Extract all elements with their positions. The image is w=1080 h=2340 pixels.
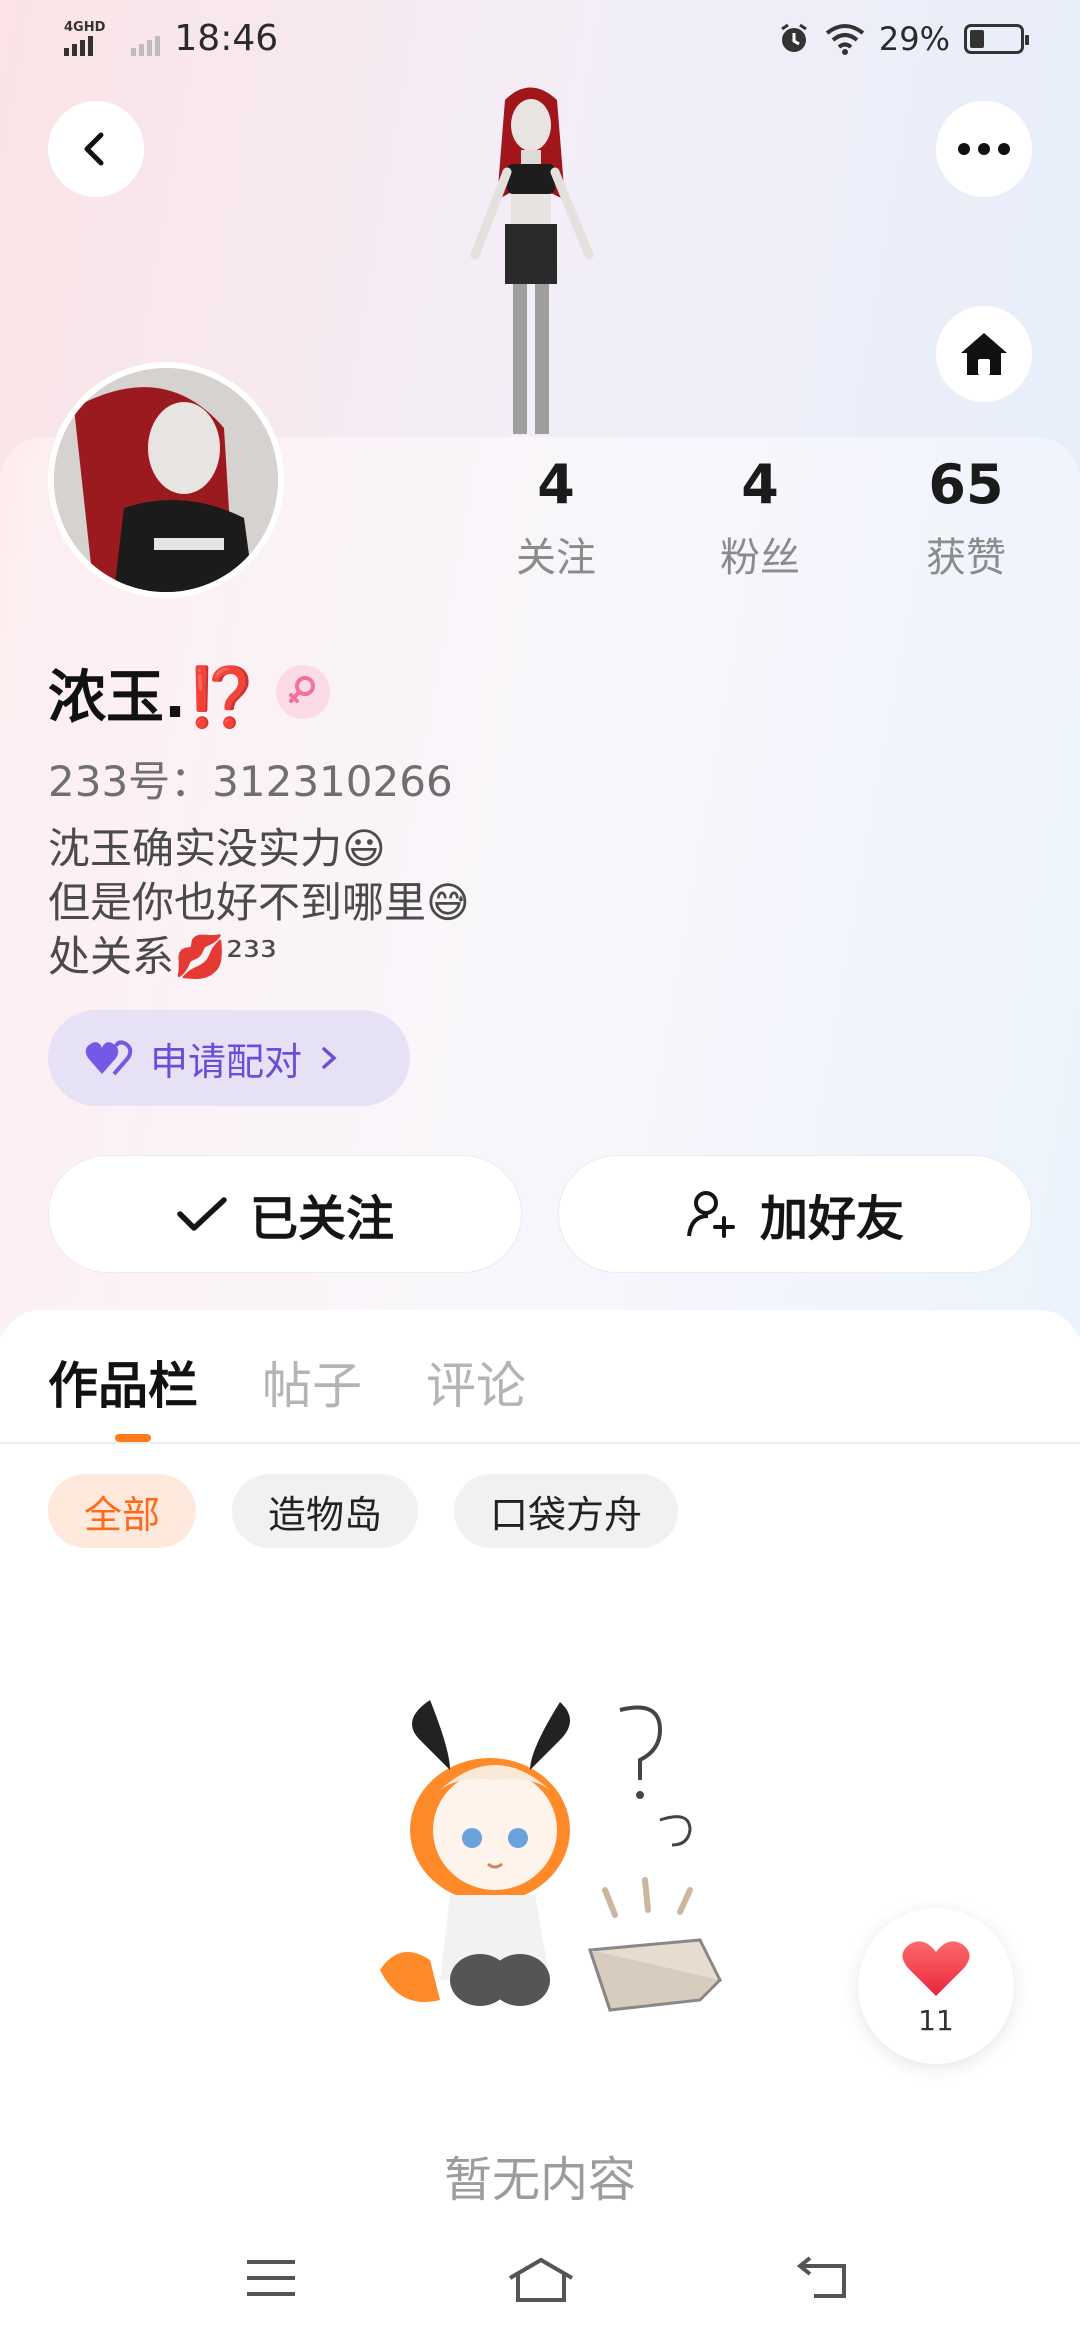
stat-following[interactable]: 4 关注 [476, 455, 636, 583]
wifi-icon [825, 24, 865, 55]
add-friend-button[interactable]: 加好友 [558, 1155, 1032, 1273]
uid-label: 233号： [48, 757, 213, 806]
likes-count: 65 [928, 453, 1004, 516]
avatar[interactable] [48, 362, 284, 598]
content-tabs: 作品栏 帖子 评论 [48, 1346, 526, 1418]
like-count: 11 [918, 2003, 954, 2037]
menu-icon[interactable] [245, 2256, 297, 2300]
heart-pair-icon [85, 1040, 133, 1076]
tab-works[interactable]: 作品栏 [48, 1346, 198, 1418]
bio: 沈玉确实没实力😃 但是你也好不到哪里😅 处关系💋²³³ [48, 822, 470, 984]
back-button[interactable] [48, 101, 144, 197]
tab-divider [0, 1442, 1080, 1444]
battery-icon [964, 24, 1029, 54]
alarm-icon [781, 23, 807, 52]
likes-label: 获赞 [926, 535, 1006, 581]
tab-posts[interactable]: 帖子 [262, 1346, 362, 1418]
bio-line: 处关系💋²³³ [48, 932, 277, 981]
followers-label: 粉丝 [720, 535, 800, 581]
signal-bars-secondary-icon [131, 34, 161, 56]
network-type: 4GHD [64, 20, 106, 35]
chip-pocket-ark[interactable]: 口袋方舟 [454, 1474, 679, 1548]
more-icon [958, 143, 1010, 155]
back-icon [84, 132, 104, 166]
battery-percent: 29% [878, 20, 950, 58]
empty-state-text: 暂无内容 [443, 2152, 636, 2208]
user-name: 浓玉.⁉️ [48, 663, 259, 731]
home-icon [961, 333, 1007, 375]
request-pair-button[interactable]: 申请配对 [48, 1010, 410, 1106]
request-pair-label: 申请配对 [150, 1039, 303, 1084]
check-icon [177, 1197, 227, 1231]
system-nav-bar [0, 2220, 1080, 2340]
avatar-image [54, 368, 278, 592]
heart-icon [902, 1940, 970, 1996]
gender-badge [276, 665, 331, 719]
content-section: 作品栏 帖子 评论 全部 造物岛 口袋方舟 暂无内容 [0, 1310, 1080, 2340]
active-tab-indicator [115, 1434, 151, 1442]
signal-bars-icon [64, 34, 105, 56]
stat-likes[interactable]: 65 获赞 [886, 455, 1046, 583]
chip-creation-island[interactable]: 造物岛 [232, 1474, 419, 1548]
gender-female-icon [289, 676, 316, 703]
chip-all[interactable]: 全部 [48, 1474, 197, 1548]
more-button[interactable] [936, 101, 1032, 197]
add-friend-icon [686, 1191, 735, 1238]
like-float-button[interactable]: 11 [858, 1908, 1014, 2064]
user-id: 233号：312310266 [48, 748, 453, 809]
bio-line: 沈玉确实没实力😃 [48, 824, 386, 873]
stat-followers[interactable]: 4 粉丝 [680, 455, 840, 583]
followers-count: 4 [741, 453, 779, 516]
status-bar: 4GHD 18:46 29% [0, 0, 1080, 80]
clock: 18:46 [174, 18, 279, 59]
bio-line: 但是你也好不到哪里😅 [48, 878, 470, 927]
name-row: 浓玉.⁉️ [48, 650, 331, 734]
tab-comments[interactable]: 评论 [426, 1346, 526, 1418]
following-count: 4 [537, 453, 575, 516]
network-indicator: 4GHD [64, 20, 161, 56]
back-nav-icon[interactable] [796, 2256, 852, 2300]
filter-chips: 全部 造物岛 口袋方舟 [48, 1474, 679, 1548]
chevron-right-icon [322, 1047, 337, 1069]
add-friend-label: 加好友 [759, 1191, 904, 1247]
followed-label: 已关注 [249, 1191, 394, 1247]
home-button[interactable] [936, 306, 1032, 402]
followed-button[interactable]: 已关注 [48, 1155, 522, 1273]
following-label: 关注 [516, 535, 596, 581]
uid-value: 312310266 [212, 757, 453, 806]
character-figure [470, 87, 594, 434]
empty-state-illustration [380, 1700, 723, 2012]
home-nav-icon[interactable] [506, 2256, 576, 2306]
